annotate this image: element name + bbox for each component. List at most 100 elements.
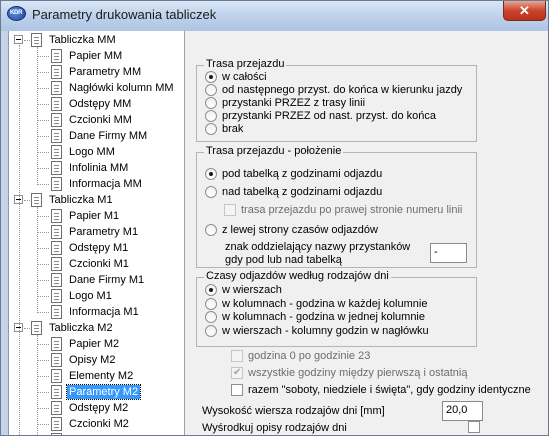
radio-label: w kolumnach - godzina w jednej kolumnie [222,311,425,323]
tree-leaf-node[interactable]: Papier M1 [9,208,184,224]
tree-leaf-node[interactable]: Odstępy M2 [9,400,184,416]
tree-connector [37,280,49,281]
tree-connector [37,232,49,233]
radio-label: brak [222,123,244,135]
check-razem-box[interactable] [231,384,243,396]
tree-leaf-node[interactable]: Informacja MM [9,176,184,192]
radio-pod-indicator[interactable] [205,168,217,180]
tree-connector [24,40,30,41]
center-days-label: Wyśrodkuj opisy rodzajów dni [202,422,347,434]
radio-indicator[interactable] [205,71,217,83]
tree-leaf-node[interactable]: Czcionki M1 [9,256,184,272]
tree-node-label: Papier MM [69,50,123,62]
tree-leaf-node[interactable]: Odstępy MM [9,96,184,112]
tree-leaf-node[interactable]: Nagłówki kolumn MM [9,80,184,96]
tree-leaf-node[interactable]: Informacja M1 [9,304,184,320]
document-icon [31,193,42,207]
radio-nad-label: nad tabelką z godzinami odjazdu [222,186,383,198]
tree-connector [37,392,49,393]
document-icon [51,353,62,367]
radio-indicator[interactable] [205,297,217,310]
document-icon [51,97,62,111]
tree-guide-line [37,335,38,435]
tree-leaf-node[interactable]: Dane Firmy M1 [9,272,184,288]
document-icon [51,225,62,239]
tree-group-node[interactable]: Tabliczka MM [9,32,184,48]
settings-tree[interactable]: Tabliczka MM Papier MM Parametry MM Nagłówk… [9,31,185,435]
tree-leaf-node[interactable]: Odstępy M1 [9,240,184,256]
check-prawej-box[interactable] [224,204,236,216]
tree-connector [37,136,49,137]
tree-leaf-node[interactable]: Czcionki M2 [9,416,184,432]
radio-indicator[interactable] [205,123,217,135]
tree-node-label: Tabliczka M2 [49,322,113,334]
tree-leaf-node[interactable]: Elementy M2 [9,368,184,384]
radio-indicator[interactable] [205,97,217,109]
radio-indicator[interactable] [205,110,217,122]
tree-connector [24,328,30,329]
tree-leaf-node[interactable]: Logo MM [9,144,184,160]
tree-leaf-node[interactable]: Opisy M2 [9,352,184,368]
radio-indicator[interactable] [205,284,217,296]
tree-node-label: Dane Firmy MM [69,130,148,142]
radio-indicator[interactable] [205,84,217,96]
tree-connector [37,344,49,345]
separator-label-1: znak oddzielający nazwy przystanków [225,241,411,253]
tree-node-label: Papier M1 [69,210,120,222]
tree-connector [37,152,49,153]
document-icon [31,33,42,47]
tree-leaf-node[interactable]: Dane Firmy M2 [9,432,184,435]
radio-label: w wierszach - kolumny godzin w nagłówku [222,324,429,337]
settings-panel: Trasa przejazdu w całości od następnego p… [186,31,548,435]
tree-node-label: Parametry MM [69,66,142,78]
tree-leaf-node[interactable]: Parametry M1 [9,224,184,240]
czasy-group: Czasy odjazdów według rodzajów dni w wie… [196,270,477,347]
tree-node-label: Informacja MM [69,178,142,190]
tree-group-node[interactable]: Tabliczka M2 [9,320,184,336]
tree-leaf-node[interactable]: Papier MM [9,48,184,64]
tree-leaf-node[interactable]: Dane Firmy MM [9,128,184,144]
tree-connector [24,200,30,201]
row-height-input[interactable]: 20,0 [442,401,483,421]
center-days-checkbox[interactable] [468,421,480,433]
radio-label: przystanki PRZEZ od nast. przyst. do koń… [222,110,436,122]
radio-indicator[interactable] [205,311,217,323]
radio-lewej-indicator[interactable] [205,224,217,236]
tree-node-label: Tabliczka MM [49,34,116,46]
tree-leaf-node[interactable]: Czcionki MM [9,112,184,128]
tree-connector [37,376,49,377]
tree-leaf-node[interactable]: Logo M1 [9,288,184,304]
tree-node-label: Tabliczka M1 [49,194,113,206]
document-icon [51,209,62,223]
tree-guide-line [19,45,20,435]
tree-connector [37,264,49,265]
radio-indicator[interactable] [205,324,217,337]
radio-label: w wierszach [222,284,282,296]
tree-node-label: Informacja M1 [69,306,139,318]
radio-nad-indicator[interactable] [205,186,217,198]
document-icon [51,129,62,143]
document-icon [51,305,62,319]
radio-label: w kolumnach - godzina w każdej kolumnie [222,297,428,310]
tree-node-label: Opisy M2 [69,354,116,366]
tree-group-node[interactable]: Tabliczka M1 [9,192,184,208]
tree-guide-line [37,47,38,185]
app-logo-text: KDR [10,10,23,16]
tree-connector [37,120,49,121]
separator-input[interactable]: - [430,243,467,263]
title-bar[interactable]: KDR Parametry drukowania tabliczek ✕ [1,1,548,31]
document-icon [51,81,62,95]
tree-leaf-node[interactable]: Infolinia MM [9,160,184,176]
tree-connector [37,296,49,297]
tree-leaf-node[interactable]: Papier M2 [9,336,184,352]
collapse-icon[interactable] [14,35,23,44]
check-wszystkie-box[interactable] [231,366,243,379]
radio-pod-label: pod tabelką z godzinami odjazdu [222,168,383,180]
close-button[interactable]: ✕ [503,1,546,21]
check-godzina-0-box[interactable] [231,350,243,362]
row-height-label: Wysokość wiersza rodzajów dni [mm] [202,405,385,417]
tree-connector [37,104,49,105]
tree-leaf-node[interactable]: Parametry MM [9,64,184,80]
document-icon [51,113,62,127]
tree-leaf-node[interactable]: Parametry M2 [9,384,184,400]
